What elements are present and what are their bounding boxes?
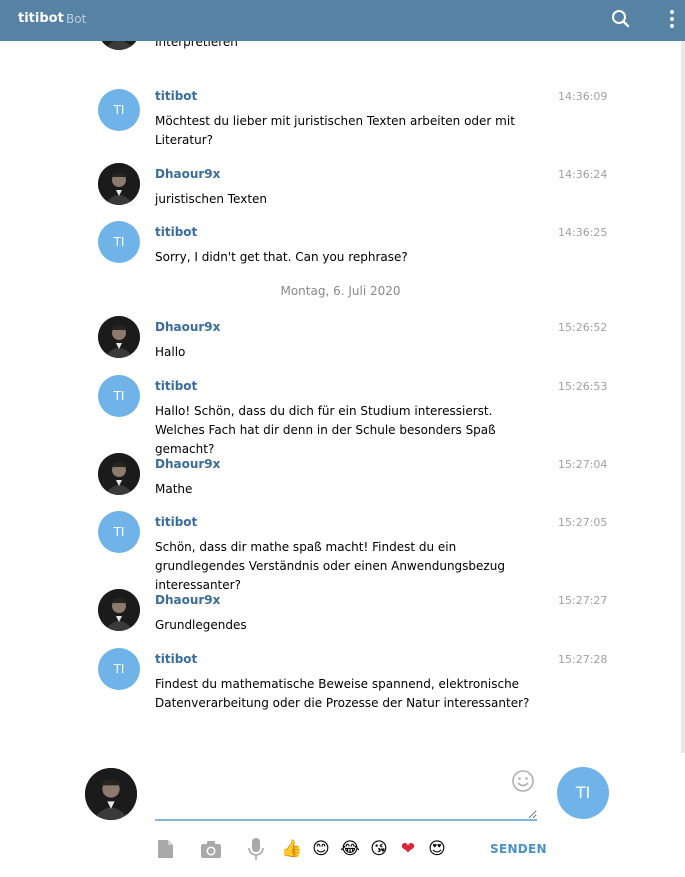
- microphone-icon[interactable]: [244, 836, 268, 862]
- message-author[interactable]: Dhaour9x: [155, 320, 220, 334]
- message-time: 14:36:09: [558, 90, 608, 103]
- message-time: 14:36:25: [558, 226, 608, 239]
- message-time: 15:27:05: [558, 516, 608, 529]
- user-avatar[interactable]: [98, 41, 140, 50]
- document-icon[interactable]: [153, 836, 177, 862]
- quick-emoji-smile[interactable]: 😊: [310, 838, 332, 860]
- message-time: 15:26:52: [558, 321, 608, 334]
- bot-avatar[interactable]: TI: [98, 648, 140, 690]
- message-author[interactable]: titibot: [155, 379, 197, 393]
- message-history[interactable]: Interpretieren TI titibot 14:36:09 Möcht…: [0, 41, 681, 753]
- message-text: Hallo! Schön, dass du dich für ein Studi…: [155, 404, 496, 456]
- chat-title[interactable]: titibot: [18, 11, 64, 26]
- send-button[interactable]: SENDEN: [490, 842, 547, 856]
- user-avatar[interactable]: [98, 589, 140, 631]
- bot-avatar[interactable]: TI: [98, 221, 140, 263]
- message-text: Mathe: [155, 482, 193, 496]
- bot-avatar[interactable]: TI: [98, 375, 140, 417]
- quick-emoji-heart-eyes[interactable]: 😍: [426, 838, 448, 860]
- quick-emoji-heart[interactable]: ❤: [397, 838, 419, 860]
- camera-icon[interactable]: [199, 836, 223, 862]
- quick-emoji-thumbs-up[interactable]: 👍: [281, 838, 303, 860]
- message-time: 15:27:28: [558, 653, 608, 666]
- message-text: Grundlegendes: [155, 618, 247, 632]
- chat-header: titibot Bot: [0, 0, 685, 41]
- user-avatar[interactable]: [98, 316, 140, 358]
- message-text: Interpretieren: [155, 41, 238, 49]
- quick-emoji-kiss[interactable]: 😘: [368, 838, 390, 860]
- peer-avatar[interactable]: TI: [557, 767, 609, 819]
- user-avatar[interactable]: [98, 453, 140, 495]
- message-author[interactable]: titibot: [155, 515, 197, 529]
- message-time: 14:36:24: [558, 168, 608, 181]
- message-time: 15:26:53: [558, 380, 608, 393]
- message-author[interactable]: titibot: [155, 652, 197, 666]
- message-text: Findest du mathematische Beweise spannen…: [155, 677, 530, 710]
- smiley-icon[interactable]: [511, 769, 535, 793]
- message-author[interactable]: titibot: [155, 225, 197, 239]
- message-text: Schön, dass dir mathe spaß macht! Findes…: [155, 540, 505, 592]
- message-text: Sorry, I didn't get that. Can you rephra…: [155, 250, 408, 264]
- chat-subtitle: Bot: [66, 12, 87, 26]
- search-icon[interactable]: [609, 7, 633, 31]
- message-time: 15:27:04: [558, 458, 608, 471]
- composer-toolbar: 👍 😊 😂 😘 ❤ 😍 SENDEN: [0, 836, 685, 864]
- message-author[interactable]: Dhaour9x: [155, 457, 220, 471]
- message-text: Hallo: [155, 345, 186, 359]
- bot-avatar[interactable]: TI: [98, 89, 140, 131]
- my-avatar[interactable]: [85, 768, 137, 820]
- bot-avatar[interactable]: TI: [98, 511, 140, 553]
- message-author[interactable]: Dhaour9x: [155, 593, 220, 607]
- message-author[interactable]: Dhaour9x: [155, 167, 220, 181]
- composer: TI 👍 😊 😂 😘 ❤ 😍 SENDEN: [0, 753, 685, 877]
- message-time: 15:27:27: [558, 594, 608, 607]
- more-vertical-icon[interactable]: [662, 7, 682, 33]
- message-input[interactable]: [155, 765, 537, 821]
- message-text: Möchtest du lieber mit juristischen Text…: [155, 114, 515, 147]
- scrollbar[interactable]: [681, 41, 685, 753]
- message-author[interactable]: titibot: [155, 89, 197, 103]
- quick-emoji-tears-of-joy[interactable]: 😂: [339, 838, 361, 860]
- message-text: juristischen Texten: [155, 192, 268, 206]
- date-separator: Montag, 6. Juli 2020: [280, 284, 401, 298]
- user-avatar[interactable]: [98, 163, 140, 205]
